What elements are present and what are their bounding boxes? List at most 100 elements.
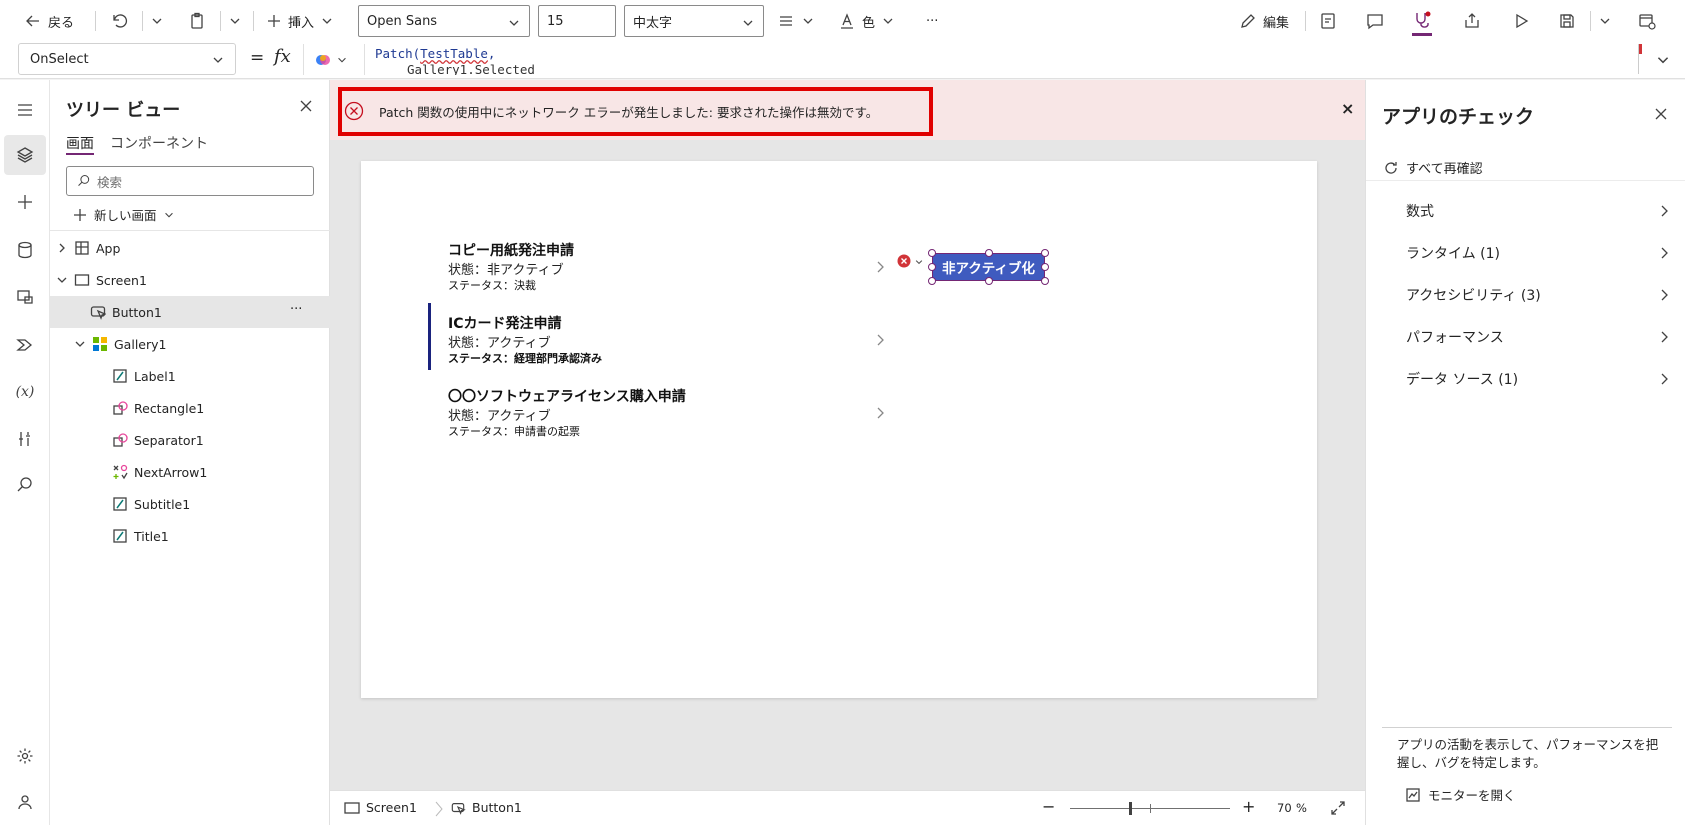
- resize-handle[interactable]: [985, 249, 993, 257]
- save-button[interactable]: [1558, 0, 1576, 42]
- error-icon: [344, 101, 364, 121]
- tree-item-screen1[interactable]: Screen1: [50, 264, 330, 296]
- tree-item-gallery1[interactable]: Gallery1: [50, 328, 330, 360]
- zoom-out-button[interactable]: −: [1042, 797, 1055, 816]
- resize-handle[interactable]: [928, 249, 936, 257]
- resize-handle[interactable]: [1041, 263, 1049, 271]
- label-icon: [113, 529, 127, 543]
- comment-icon: [1367, 14, 1383, 30]
- tree-item-nextarrow1[interactable]: NextArrow1: [50, 456, 330, 488]
- gallery-item-body: ステータス：経理部門承認済み: [448, 352, 602, 365]
- resize-handle[interactable]: [928, 277, 936, 285]
- formula-scrollbar[interactable]: [1638, 44, 1642, 74]
- tree-item-label1[interactable]: Label1: [50, 360, 330, 392]
- checker-row-formulas[interactable]: 数式: [1406, 190, 1671, 232]
- checker-row-data-sources[interactable]: データ ソース (1): [1406, 358, 1671, 400]
- undo-button[interactable]: [110, 0, 128, 42]
- advanced-tools-rail-button[interactable]: [4, 419, 46, 459]
- fit-to-window-icon[interactable]: [1330, 800, 1346, 816]
- settings-rail-button[interactable]: [4, 736, 46, 776]
- undo-dropdown[interactable]: [150, 0, 164, 42]
- play-icon: [1516, 13, 1529, 29]
- insert-button[interactable]: 挿入: [266, 0, 334, 42]
- monitor-icon: [1406, 787, 1420, 802]
- app-screen-canvas[interactable]: コピー用紙発注申請 状態：非アクティブ ステータス：決裁 ICカード発注申請 状…: [361, 161, 1317, 698]
- tree-item-subtitle1[interactable]: Subtitle1: [50, 488, 330, 520]
- checker-row-label: アクセシビリティ (3): [1406, 288, 1541, 304]
- tree-item-rectangle1[interactable]: Rectangle1: [50, 392, 330, 424]
- tab-components[interactable]: コンポーネント: [110, 133, 208, 153]
- color-button[interactable]: 色: [838, 0, 895, 42]
- share-button[interactable]: [1463, 0, 1481, 42]
- search-rail-button[interactable]: [4, 465, 46, 505]
- align-button[interactable]: [777, 0, 815, 42]
- tree-item-app[interactable]: App: [50, 232, 330, 264]
- copilot-icon: [316, 54, 330, 65]
- paste-button[interactable]: [188, 0, 206, 42]
- next-arrow-icon[interactable]: [875, 406, 887, 420]
- tree-item-label: Separator1: [134, 432, 204, 448]
- comments-button[interactable]: [1366, 0, 1384, 42]
- text-color-icon: [841, 13, 853, 29]
- undo-icon: [113, 14, 128, 28]
- power-automate-rail-button[interactable]: [4, 325, 46, 365]
- tree-item-title1[interactable]: Title1: [50, 520, 330, 552]
- paste-dropdown[interactable]: [228, 0, 242, 42]
- tree-view-rail-button[interactable]: [4, 135, 46, 175]
- button-icon: [451, 802, 466, 815]
- resize-handle[interactable]: [1041, 249, 1049, 257]
- tree-search-field[interactable]: 検索: [66, 166, 314, 196]
- resize-handle[interactable]: [928, 263, 936, 271]
- next-arrow-icon[interactable]: [875, 333, 887, 347]
- font-size-input[interactable]: 15: [538, 5, 616, 37]
- label-icon: [113, 369, 127, 383]
- zoom-in-button[interactable]: +: [1242, 797, 1255, 816]
- tree-item-separator1[interactable]: Separator1: [50, 424, 330, 456]
- resize-handle[interactable]: [985, 277, 993, 285]
- font-select[interactable]: Open Sans: [358, 5, 530, 37]
- property-select[interactable]: OnSelect: [18, 43, 236, 75]
- media-rail-button[interactable]: [4, 277, 46, 317]
- save-icon: [1560, 14, 1574, 28]
- checker-row-runtime[interactable]: ランタイム (1): [1406, 232, 1671, 274]
- insert-rail-button[interactable]: [4, 182, 46, 222]
- checker-row-performance[interactable]: パフォーマンス: [1406, 316, 1671, 358]
- data-rail-button[interactable]: [4, 230, 46, 270]
- close-checker-button[interactable]: [1653, 106, 1669, 122]
- back-label: 戻る: [48, 15, 75, 31]
- account-rail-button[interactable]: [4, 782, 46, 822]
- preview-button[interactable]: [1512, 0, 1530, 42]
- dismiss-error-button[interactable]: ×: [1341, 99, 1354, 118]
- publish-button[interactable]: [1638, 0, 1656, 42]
- chevron-down-icon[interactable]: [914, 257, 924, 267]
- next-arrow-icon[interactable]: [875, 260, 887, 274]
- person-icon: [18, 795, 32, 810]
- hamburger-button[interactable]: [4, 90, 46, 130]
- resize-handle[interactable]: [1041, 277, 1049, 285]
- formula-editor[interactable]: Patch(TestTable, Gallery1.Selected: [364, 44, 1632, 75]
- error-badge-icon[interactable]: [897, 254, 911, 268]
- copilot-button[interactable]: [303, 44, 358, 75]
- font-weight-select[interactable]: 中太字: [624, 5, 764, 37]
- back-button[interactable]: 戻る: [24, 0, 74, 42]
- app-icon: [75, 241, 89, 255]
- breadcrumb-screen1[interactable]: Screen1: [344, 800, 417, 815]
- chevron-down-icon: [1600, 18, 1610, 24]
- expand-formula-button[interactable]: [1655, 52, 1671, 68]
- more-button[interactable]: ···: [926, 0, 938, 42]
- notes-button[interactable]: [1319, 0, 1337, 42]
- recheck-all-button[interactable]: すべて再確認: [1384, 158, 1483, 177]
- zoom-slider-thumb[interactable]: [1129, 802, 1132, 815]
- checker-row-accessibility[interactable]: アクセシビリティ (3): [1406, 274, 1671, 316]
- save-dropdown[interactable]: [1598, 0, 1612, 42]
- edit-button[interactable]: 編集: [1239, 0, 1289, 42]
- tab-screens[interactable]: 画面: [66, 133, 94, 153]
- new-screen-button[interactable]: 新しい画面: [72, 205, 175, 224]
- open-monitor-button[interactable]: モニターを開く: [1406, 785, 1516, 804]
- variables-rail-button[interactable]: (x): [4, 372, 46, 412]
- tree-item-button1[interactable]: Button1 ···: [50, 296, 330, 328]
- tree-item-more-button[interactable]: ···: [290, 302, 302, 317]
- close-icon: [300, 100, 312, 112]
- breadcrumb-button1[interactable]: Button1: [450, 800, 522, 815]
- close-tree-button[interactable]: [298, 98, 314, 114]
